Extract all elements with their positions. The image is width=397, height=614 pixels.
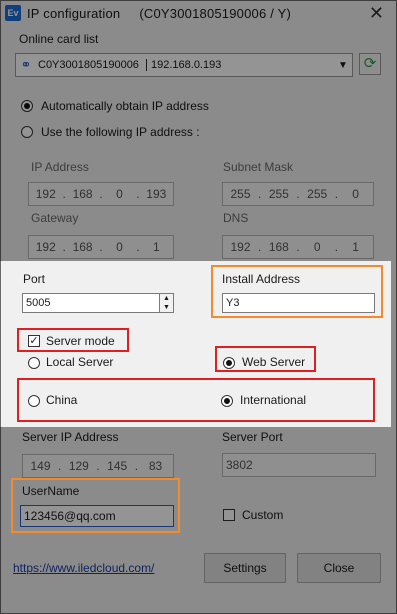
username-highlight <box>11 478 180 533</box>
dim-overlay-right <box>391 261 397 427</box>
install-address-highlight <box>211 265 383 318</box>
region-highlight <box>17 378 375 422</box>
dim-overlay-top <box>0 0 397 261</box>
local-server-label: Local Server <box>46 355 114 369</box>
server-mode-highlight <box>17 328 129 352</box>
port-spinner[interactable]: ▲ ▼ <box>159 293 174 313</box>
local-server-radio[interactable] <box>28 357 40 369</box>
web-server-highlight <box>215 346 316 372</box>
port-input[interactable]: 5005 <box>22 293 160 313</box>
port-label: Port <box>23 272 46 286</box>
